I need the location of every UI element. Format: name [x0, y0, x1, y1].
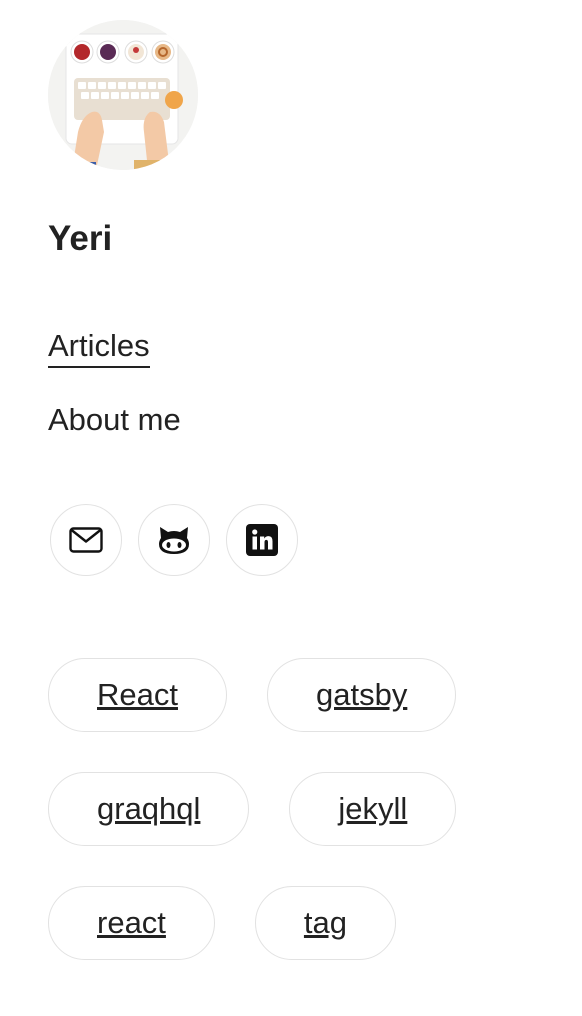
tag-jekyll[interactable]: jekyll [289, 772, 457, 846]
nav-articles[interactable]: Articles [48, 326, 150, 368]
nav-about-me[interactable]: About me [48, 400, 181, 440]
tag-gatsby[interactable]: gatsby [266, 658, 457, 732]
tag-react[interactable]: React [48, 658, 227, 732]
linkedin-button[interactable] [226, 504, 298, 576]
profile-sidebar: Yeri Articles About me React gatsby graq… [0, 0, 582, 1016]
github-icon [159, 527, 189, 554]
mail-button[interactable] [50, 504, 122, 576]
avatar-image [48, 20, 198, 170]
linkedin-icon [246, 524, 278, 556]
profile-name: Yeri [48, 219, 113, 258]
tag-graqhql[interactable]: graqhql [48, 772, 250, 846]
social-links [50, 504, 298, 576]
tag-list: React gatsby graqhql jekyll react tag [48, 658, 548, 960]
mail-icon [69, 527, 103, 553]
github-button[interactable] [138, 504, 210, 576]
avatar[interactable] [48, 20, 198, 170]
tag-react-lowercase[interactable]: react [48, 886, 215, 960]
main-nav: Articles About me [48, 326, 181, 472]
tag-tag[interactable]: tag [254, 886, 397, 960]
